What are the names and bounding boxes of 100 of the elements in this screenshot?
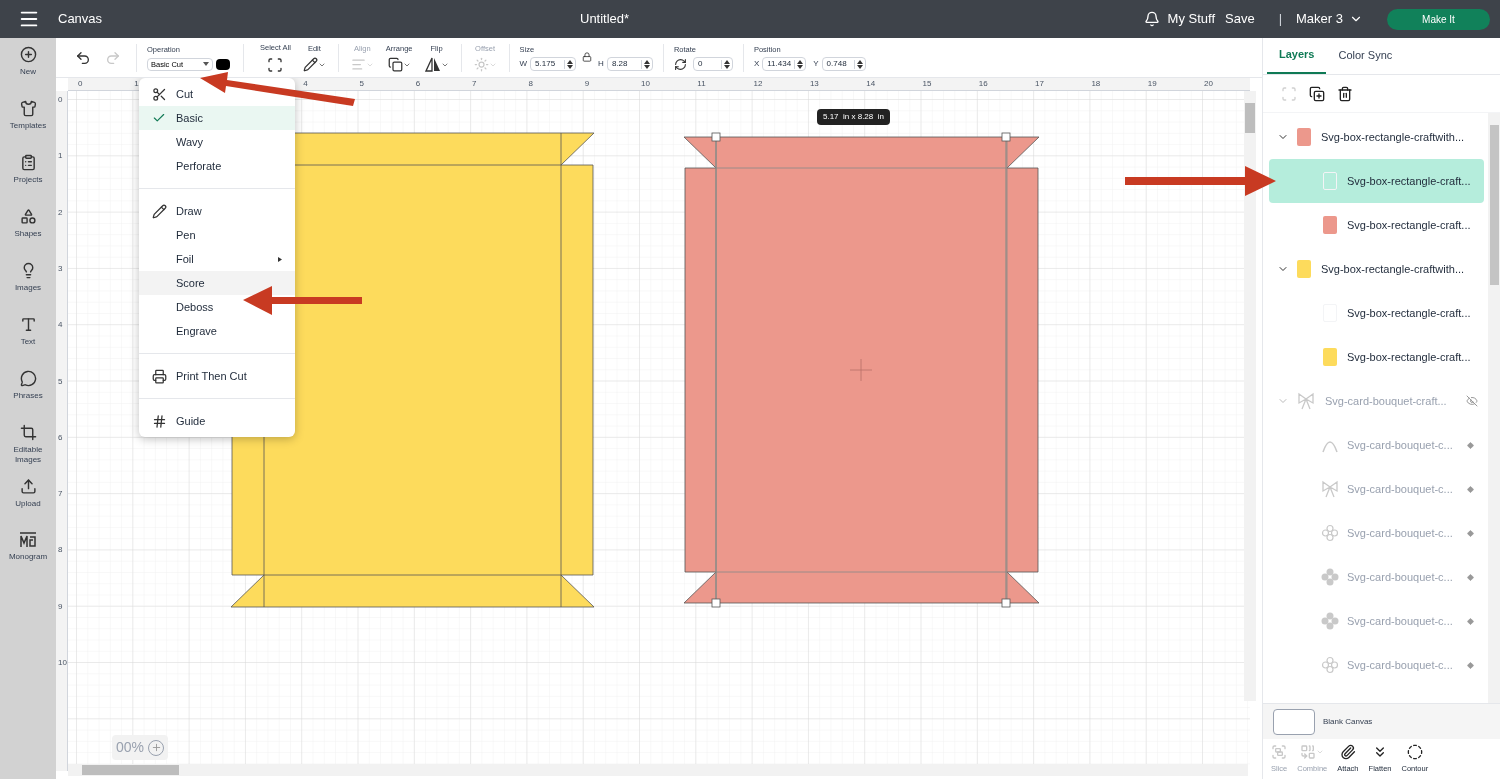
panel-tab[interactable]: Layers (1267, 37, 1327, 74)
diamond-icon (1467, 441, 1474, 449)
menu-item[interactable]: Guide (139, 409, 295, 433)
layer-row[interactable]: Svg-box-rectangle-craft... (1269, 335, 1484, 379)
diamond-icon (1467, 485, 1474, 493)
document-title: Untitled* (580, 10, 631, 29)
stepper-icon[interactable] (853, 59, 865, 69)
flip-icon (424, 57, 441, 73)
ruler-label: 1 (134, 78, 139, 90)
ruler-label: 11 (697, 78, 706, 90)
panel-tab[interactable]: Color Sync (1326, 37, 1405, 74)
sidebar-item[interactable]: New (0, 46, 56, 100)
ruler-label: 10 (58, 659, 66, 667)
sidebar-item[interactable]: Images (0, 262, 56, 316)
menu-item[interactable]: Foil (139, 247, 295, 271)
y-label: Y (813, 58, 819, 71)
menu-item[interactable]: Engrave (139, 319, 295, 343)
bow-icon (1297, 392, 1315, 410)
slice-icon (1271, 743, 1288, 760)
ruler-label: 7 (472, 78, 477, 90)
sidebar-item[interactable]: Phrases (0, 370, 56, 424)
sidebar-item[interactable]: Upload (0, 478, 56, 532)
sidebar-item[interactable]: Editable Images (0, 424, 56, 478)
x-label: X (753, 58, 760, 71)
stepper-icon[interactable] (794, 59, 806, 69)
menu-item[interactable]: Pen (139, 223, 295, 247)
layer-row[interactable]: Svg-box-rectangle-craft... (1269, 159, 1484, 203)
combine-icon (1300, 743, 1317, 760)
sidebar-item[interactable]: Projects (0, 154, 56, 208)
ruler-label: 16 (978, 78, 988, 90)
offset-icon (473, 57, 489, 73)
layer-group-row[interactable]: Svg-box-rectangle-craftwith... (1269, 115, 1484, 159)
menu-item[interactable]: Basic (139, 106, 295, 130)
canvas-thumbnail[interactable] (1273, 708, 1315, 735)
sidebar-item[interactable]: Monogram (0, 532, 56, 586)
flower-icon (1321, 656, 1339, 674)
rotate-icon (673, 57, 687, 71)
hidden-icon[interactable] (1466, 395, 1478, 407)
number-field[interactable]: 8.28 (606, 57, 653, 72)
menu-item[interactable]: Deboss (139, 295, 295, 319)
guide-icon (152, 413, 167, 429)
submenu-arrow-icon (278, 256, 282, 262)
ruler-label: 18 (1091, 78, 1101, 90)
align-icon (350, 57, 366, 73)
color-swatch[interactable] (216, 58, 230, 70)
number-field[interactable]: 11.434 (762, 57, 807, 72)
duplicate-button[interactable] (1309, 85, 1325, 102)
layers-scrollbar[interactable] (1488, 113, 1500, 703)
dimension-tooltip: 5.17 in x 8.28 in (817, 109, 890, 125)
clipboard-icon (19, 154, 37, 171)
sidebar-item[interactable]: Text (0, 316, 56, 370)
ruler-label: 5 (58, 377, 64, 386)
ruler-label: 17 (1035, 78, 1044, 90)
shirt-icon (19, 100, 37, 117)
stepper-icon[interactable] (720, 59, 732, 69)
ruler-label: 19 (1147, 78, 1157, 90)
flower-icon (1321, 612, 1339, 630)
number-field[interactable]: 0.748 (821, 57, 866, 72)
contour-icon (1406, 743, 1423, 760)
bell-icon[interactable] (1143, 11, 1160, 27)
lock-icon[interactable] (582, 52, 593, 63)
menu-item[interactable]: Cut (139, 82, 295, 106)
crop-icon (19, 424, 37, 441)
sidebar-item[interactable]: Shapes (0, 208, 56, 262)
layer-group-row[interactable]: Svg-box-rectangle-craftwith... (1269, 247, 1484, 291)
arrange-icon (387, 57, 403, 73)
delete-button[interactable] (1337, 85, 1353, 102)
layer-row[interactable]: Svg-box-rectangle-craft... (1269, 203, 1484, 247)
zoom-level: 00% (116, 738, 145, 757)
number-field[interactable]: 5.175 (530, 57, 577, 72)
printer-icon (152, 368, 167, 384)
selection-handles[interactable] (711, 132, 1011, 608)
pencil-icon (302, 57, 318, 73)
nav-link[interactable]: Save (1225, 9, 1255, 29)
vertical-scrollbar[interactable] (1244, 91, 1256, 701)
number-field[interactable]: 0 (692, 57, 733, 72)
nav-link[interactable]: My Stuff (1167, 9, 1215, 29)
blank-canvas-label: Blank Canvas (1323, 715, 1373, 728)
layer-row[interactable]: Svg-box-rectangle-craft... (1269, 291, 1484, 335)
horizontal-scrollbar[interactable] (68, 764, 1248, 776)
stepper-icon[interactable] (564, 59, 576, 69)
menu-item[interactable]: Draw (139, 199, 295, 223)
menu-item[interactable]: Print Then Cut (139, 364, 295, 388)
ruler-label: 9 (584, 78, 590, 90)
machine-dropdown[interactable]: Maker 3 (1296, 9, 1363, 29)
speech-bubble-icon (19, 370, 37, 387)
sidebar-item[interactable]: Templates (0, 100, 56, 154)
menu-item[interactable]: Perforate (139, 154, 295, 178)
menu-item[interactable]: Wavy (139, 130, 295, 154)
upload-icon (19, 478, 37, 495)
flower-icon (1321, 568, 1339, 586)
ruler-label: 4 (58, 321, 64, 330)
pencil-icon (152, 203, 167, 219)
ruler-label: 15 (922, 78, 932, 90)
ruler-label: 10 (641, 78, 650, 90)
stepper-icon[interactable] (640, 59, 652, 69)
menu-item[interactable]: Score (139, 271, 295, 295)
plus-icon (150, 742, 162, 753)
undo-icon (75, 49, 91, 66)
make-it-button[interactable]: Make It (1387, 8, 1490, 30)
